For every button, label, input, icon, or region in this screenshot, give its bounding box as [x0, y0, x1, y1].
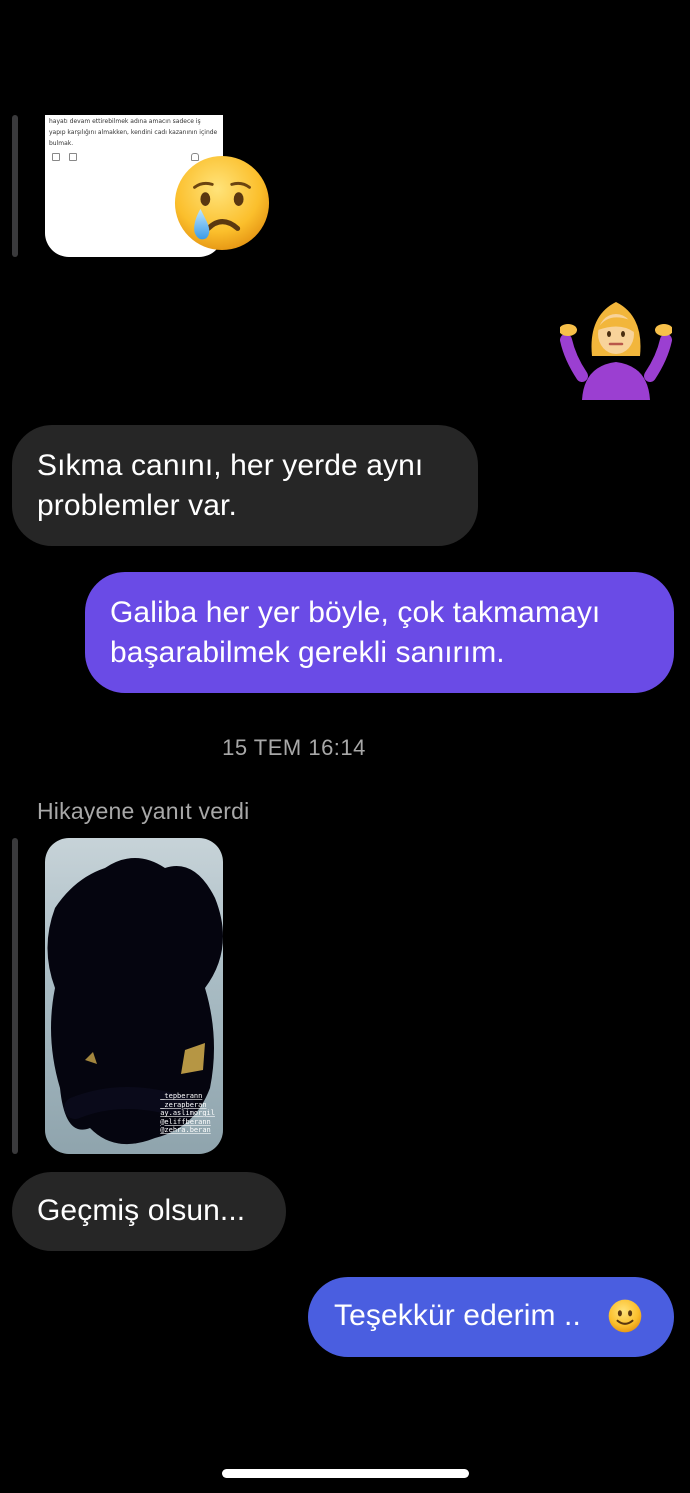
message-text-line: problemler var.	[37, 489, 237, 522]
story-snippet-text: hayatı devam ettirebilmek adına amacın s…	[49, 118, 218, 147]
message-text-line: Galiba her yer böyle, çok takmamayı	[110, 596, 601, 629]
message-bubble-outgoing[interactable]: Galiba her yer böyle, çok takmamayı başa…	[85, 572, 674, 693]
home-indicator[interactable]	[222, 1469, 469, 1478]
message-text: Geçmiş olsun...	[37, 1194, 246, 1227]
story-reply-label: Hikayene yanıt verdi	[37, 798, 250, 824]
woman-shrugging-icon	[560, 302, 672, 400]
story-thumbnail-photo[interactable]: _tepberann _zerapberan ay.aslimorgil @el…	[45, 838, 223, 1154]
message-text-line: başarabilmek gerekli sanırım.	[110, 636, 505, 669]
comment-icon	[52, 153, 60, 161]
message-bubble-incoming[interactable]: Sıkma canını, her yerde aynı problemler …	[12, 425, 478, 546]
slightly-smiling-face-icon	[608, 1299, 642, 1333]
message-text: Teşekkür ederim ..	[334, 1299, 581, 1332]
seen-status-fragment	[430, 1368, 660, 1378]
chat-timestamp: 15 TEM 16:14	[222, 735, 366, 760]
message-bubble-outgoing[interactable]: Teşekkür ederim ..	[308, 1277, 674, 1357]
mention-tag: ay.aslimorgil	[160, 1109, 215, 1117]
story-reply-quote-bar	[12, 838, 18, 1154]
story-mention-tags: _tepberann _zerapberan ay.aslimorgil @el…	[160, 1092, 215, 1135]
message-bubble-incoming[interactable]: Geçmiş olsun...	[12, 1172, 286, 1251]
mention-tag: _zerapberan	[160, 1100, 207, 1109]
mention-tag: @eliffberann	[160, 1117, 211, 1126]
retweet-icon	[69, 153, 77, 161]
message-text-line: Sıkma canını, her yerde aynı	[37, 449, 424, 482]
mention-tag: @zehra.beran	[160, 1126, 211, 1134]
story-reply-quote-bar	[12, 115, 18, 257]
mention-tag: _tepberann	[160, 1092, 203, 1100]
crying-face-icon	[174, 155, 270, 251]
